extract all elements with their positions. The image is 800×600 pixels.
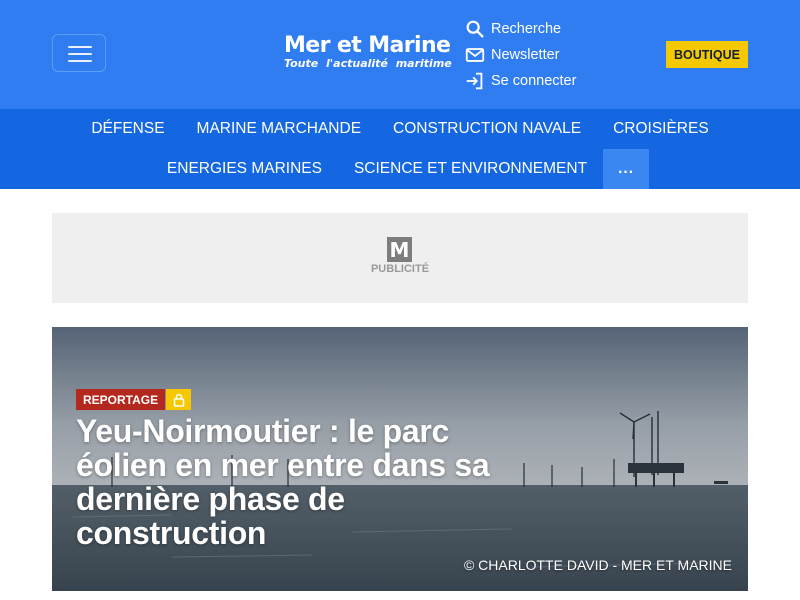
newsletter-link[interactable]: Newsletter	[464, 42, 576, 68]
nav-item-croisieres[interactable]: CROISIÈRES	[597, 109, 725, 149]
login-link-label: Se connecter	[491, 73, 577, 89]
mail-icon	[465, 48, 485, 62]
nav-row-2: ENERGIES MARINES SCIENCE ET ENVIRONNEMEN…	[0, 149, 800, 189]
nav-item-marine-marchande[interactable]: MARINE MARCHANDE	[181, 109, 377, 149]
logo-title: Mer et Marine	[284, 33, 451, 58]
ad-label: PUBLICITÉ	[370, 263, 430, 275]
nav-item-energies-marines[interactable]: ENERGIES MARINES	[151, 149, 338, 189]
search-icon	[466, 20, 484, 38]
premium-lock-badge	[166, 389, 191, 410]
main-nav: DÉFENSE MARINE MARCHANDE CONSTRUCTION NA…	[0, 109, 800, 189]
ad-logo: M	[387, 237, 412, 262]
boutique-button[interactable]: BOUTIQUE	[666, 41, 748, 68]
lock-icon	[173, 393, 184, 407]
category-badge[interactable]: REPORTAGE	[76, 389, 166, 410]
header-links: Recherche Newsletter Se connecter	[464, 16, 576, 94]
nav-item-defense[interactable]: DÉFENSE	[75, 109, 180, 149]
hero-article[interactable]: REPORTAGE Yeu-Noirmoutier : le parc éoli…	[52, 327, 748, 591]
newsletter-link-label: Newsletter	[491, 47, 560, 63]
logo-tagline: Toute l'actualité maritime	[284, 57, 452, 70]
search-link-label: Recherche	[491, 21, 562, 37]
photo-credit: © CHARLOTTE DAVID - MER ET MARINE	[463, 557, 732, 573]
site-logo[interactable]: Mer et Marine Toute l'actualité maritime	[284, 32, 460, 78]
login-icon	[466, 72, 483, 90]
nav-item-science-environnement[interactable]: SCIENCE ET ENVIRONNEMENT	[338, 149, 603, 189]
nav-more-button[interactable]: ...	[603, 149, 650, 189]
search-link[interactable]: Recherche	[464, 16, 576, 42]
menu-toggle-button[interactable]	[52, 34, 106, 72]
site-header: Mer et Marine Toute l'actualité maritime…	[0, 0, 800, 109]
hamburger-icon	[68, 46, 92, 48]
nav-item-construction-navale[interactable]: CONSTRUCTION NAVALE	[377, 109, 597, 149]
nav-row-1: DÉFENSE MARINE MARCHANDE CONSTRUCTION NA…	[0, 109, 800, 149]
login-link[interactable]: Se connecter	[464, 68, 576, 94]
article-headline[interactable]: Yeu-Noirmoutier : le parc éolien en mer …	[76, 414, 516, 550]
